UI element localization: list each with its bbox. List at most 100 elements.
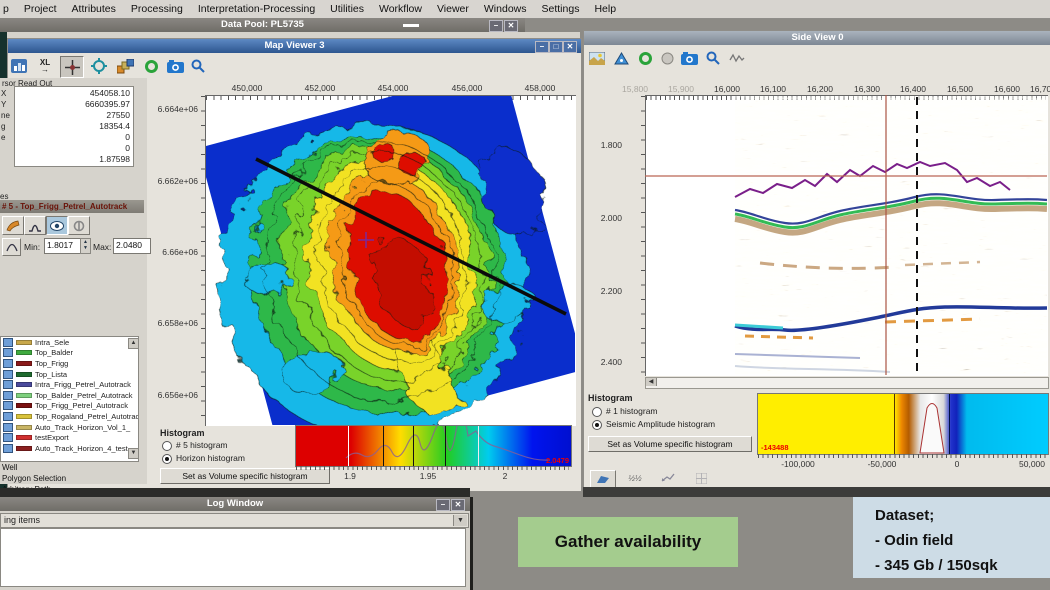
map-histogram-option2[interactable]: Horizon histogram [162,453,245,464]
side-view-titlebar[interactable]: Side View 0 [584,31,1050,45]
zoom-magnifier-icon[interactable] [702,48,724,68]
trend-tool-icon[interactable] [656,470,680,486]
combobox-dropdown-arrow[interactable]: ▼ [453,515,467,526]
menu-item-utilities[interactable]: Utilities [330,3,364,15]
target-position-icon[interactable] [88,56,110,76]
sphere-icon[interactable] [656,48,678,68]
layer-icon [3,401,13,410]
draw-tool-icon[interactable] [590,470,616,488]
map-set-volume-histogram-button[interactable]: Set as Volume specific histogram [160,468,330,484]
sv-y-tick: 2.200 [592,286,622,296]
map-histogram-option1[interactable]: # 5 histogram [162,440,228,451]
sv-colorbar-tick: -50,000 [868,459,897,469]
map-colorbar-tick: 1.95 [420,471,437,481]
list-item[interactable]: Top_Balder [1,348,138,359]
list-item[interactable]: Top_Frigg [1,358,138,369]
sv-colorbar[interactable]: -143488 [757,393,1049,455]
map-viewer-titlebar[interactable]: Map Viewer 3 – □ ✕ [8,39,581,53]
menu-item-attributes[interactable]: Attributes [72,3,116,15]
menu-item-workflow[interactable]: Workflow [379,3,422,15]
menu-item-partial[interactable]: p [3,3,9,15]
data-pool-title: Data Pool: PL5735 [221,19,304,30]
log-window-minimize-button[interactable]: – [436,499,450,511]
map-colorbar-tick: 2 [503,471,508,481]
fraction-tool-icon[interactable]: ½½ [623,470,647,486]
log-window-close-button[interactable]: ✕ [451,499,465,511]
list-item[interactable]: Auto_Track_Horizon_4_test [1,443,138,454]
chart-view-icon[interactable] [8,56,30,76]
zoom-magnifier-icon[interactable] [187,56,209,76]
cursor-crosshair-icon[interactable] [60,56,84,78]
list-scroll-down[interactable]: ▼ [128,448,139,459]
sv-y-tick: 1.800 [592,140,622,150]
sv-horizontal-scrollbar[interactable]: ◀ [645,377,1049,389]
paintbrush-icon[interactable] [2,216,24,235]
data-pool-titlebar[interactable]: Data Pool: PL5735 – ✕ [0,18,525,32]
menu-item-processing[interactable]: Processing [131,3,183,15]
wavelet-small-icon[interactable] [2,238,21,256]
tree-item-polygon-selection[interactable]: Polygon Selection [2,474,66,483]
menu-item-interpretation-processing[interactable]: Interpretation-Processing [198,3,315,15]
window-bottom-edge [583,487,1050,497]
cursor-readout-box: 454058.10 6660395.97 27550 18354.4 0 0 1… [14,86,134,167]
menu-item-help[interactable]: Help [594,3,616,15]
image-export-icon[interactable] [586,48,608,68]
active-horizon-header[interactable]: # 5 - Top_Frigg_Petrel_Autotrack [0,200,144,213]
radio-icon[interactable] [162,454,172,464]
list-item[interactable]: Intra_Frigg_Petrel_Autotrack [1,379,138,390]
grid-tool-icon[interactable] [689,470,713,486]
list-item[interactable]: testExport [1,432,138,443]
radio-icon[interactable] [162,441,172,451]
map-viewer-minimize-button[interactable]: – [535,41,549,53]
map-viewer-close-button[interactable]: ✕ [563,41,577,53]
list-item[interactable]: Top_Balder_Petrel_Autotrack [1,390,138,401]
wiggle-trace-icon[interactable] [726,48,748,68]
menu-item-settings[interactable]: Settings [542,3,580,15]
snapshot-camera-icon[interactable] [164,56,186,76]
menu-item-windows[interactable]: Windows [484,3,527,15]
map-y-axis-ticks [201,96,205,424]
visibility-eye-icon[interactable] [46,216,68,235]
contour-map[interactable] [206,96,575,425]
cubes-stack-icon[interactable] [114,56,136,76]
sv-histogram-option2[interactable]: Seismic Amplitude histogram [592,419,715,430]
triangle-tool-icon[interactable] [610,48,632,68]
gather-availability-label: Gather availability [518,517,738,567]
radio-icon[interactable] [592,407,602,417]
data-pool-minimize-button[interactable]: – [489,20,503,32]
rotate-ring-icon[interactable] [634,48,656,68]
wavelet-icon[interactable] [24,216,46,235]
tree-item-well[interactable]: Well [2,463,17,472]
menu-item-viewer[interactable]: Viewer [437,3,469,15]
xl-crossline-icon[interactable]: XL → [34,56,56,76]
list-scroll-up[interactable]: ▲ [128,338,139,349]
list-item[interactable]: Intra_Sele [1,337,138,348]
radio-icon[interactable] [592,420,602,430]
sv-histogram-option1[interactable]: # 1 histogram [592,406,658,417]
max-value-input[interactable]: 2.0480 [113,238,151,254]
min-spinner[interactable]: ▲▼ [80,238,91,254]
map-colorbar-ticks [296,466,569,470]
list-item[interactable]: Top_Rogaland_Petrel_Autotrack [1,411,138,422]
horizon-purple[interactable] [735,162,1010,197]
sv-set-volume-histogram-button[interactable]: Set as Volume specific histogram [588,436,752,452]
horizon-color-chip [16,435,32,440]
sv-x-tick: 16,500 [947,84,973,94]
horizon-color-chip [16,446,32,451]
map-colorbar[interactable]: 2.0479 [295,425,572,467]
list-item[interactable]: Auto_Track_Horizon_Vol_1_ [1,422,138,433]
snapshot-camera-icon[interactable] [678,48,700,68]
scroll-left-arrow[interactable]: ◀ [646,378,657,386]
rotate-ring-icon[interactable] [140,56,162,76]
log-window-titlebar[interactable]: Log Window – ✕ [0,497,470,511]
map-viewer-maximize-button[interactable]: □ [549,41,563,53]
horizon-list[interactable]: Intra_Sele Top_Balder Top_Frigg Top_List… [0,336,139,462]
data-pool-close-button[interactable]: ✕ [504,20,518,32]
log-filter-combobox[interactable]: ing items ▼ [0,513,469,528]
list-item[interactable]: Top_Frigg_Petrel_Autotrack [1,401,138,412]
min-value-input[interactable]: 1.8017 [44,238,82,254]
clipboard-icon[interactable] [68,216,90,235]
list-item[interactable]: Top_Lista [1,369,138,380]
menu-item-project[interactable]: Project [24,3,57,15]
log-content-area[interactable] [0,528,466,587]
